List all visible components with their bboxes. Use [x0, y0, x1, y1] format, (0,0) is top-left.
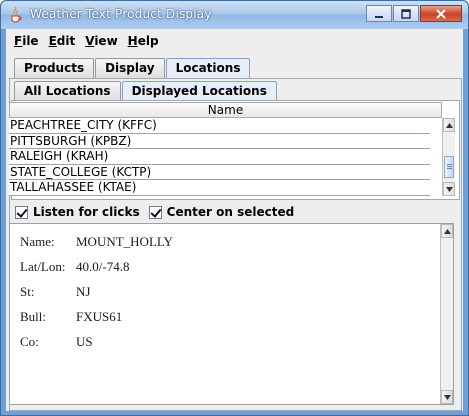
- listen-for-clicks-label: Listen for clicks: [33, 205, 140, 219]
- maximize-icon: [401, 8, 411, 19]
- list-item[interactable]: PEACHTREE_CITY (KFFC): [9, 118, 430, 134]
- list-item[interactable]: PITTSBURGH (KPBZ): [9, 134, 430, 150]
- list-item[interactable]: RALEIGH (KRAH): [9, 149, 430, 165]
- location-details-area[interactable]: Name: MOUNT_HOLLY Lat/Lon: 40.0/-74.8 St: N…: [9, 223, 454, 405]
- detail-value: FXUS61: [76, 309, 123, 324]
- detail-label: Lat/Lon:: [20, 259, 66, 274]
- detail-label: Bull:: [20, 309, 47, 324]
- scroll-down-button[interactable]: [443, 182, 455, 196]
- scroll-up-button[interactable]: [443, 118, 455, 132]
- scroll-thumb[interactable]: [444, 156, 454, 178]
- detail-name-row: Name: MOUNT_HOLLY: [20, 234, 173, 250]
- locations-list: PEACHTREE_CITY (KFFC) PITTSBURGH (KPBZ) …: [9, 118, 430, 196]
- app-window: Weather Text Product Display File Edit V…: [0, 0, 469, 416]
- listen-for-clicks-checkbox[interactable]: [15, 205, 28, 219]
- details-scrollbar[interactable]: [440, 224, 453, 404]
- sub-tab-strip: All Locations Displayed Locations: [14, 81, 278, 102]
- title-bar[interactable]: Weather Text Product Display: [1, 1, 468, 29]
- detail-state-row: St: NJ: [20, 284, 90, 300]
- menu-edit[interactable]: Edit: [44, 34, 81, 48]
- detail-value: MOUNT_HOLLY: [76, 234, 173, 249]
- detail-latlon-row: Lat/Lon: 40.0/-74.8: [20, 259, 129, 275]
- menu-bar: File Edit View Help: [6, 29, 463, 53]
- menu-file[interactable]: File: [9, 34, 44, 48]
- detail-bulletin-row: Bull: FXUS61: [20, 309, 122, 325]
- detail-country-row: Co: US: [20, 334, 93, 350]
- menu-help[interactable]: Help: [123, 34, 164, 48]
- list-item[interactable]: STATE_COLLEGE (KCTP): [9, 165, 430, 181]
- list-scrollbar[interactable]: [442, 118, 455, 196]
- detail-value: NJ: [76, 284, 91, 299]
- chevron-up-icon: [443, 228, 451, 234]
- details-scroll-up-button[interactable]: [441, 224, 453, 238]
- maximize-button[interactable]: [393, 5, 419, 22]
- java-cup-icon: [11, 7, 22, 23]
- column-header-name[interactable]: Name: [9, 102, 442, 118]
- tab-display[interactable]: Display: [95, 58, 165, 78]
- minimize-icon: [375, 15, 383, 18]
- close-icon: [436, 8, 446, 19]
- chevron-down-icon: [443, 394, 451, 400]
- center-on-selected-label: Center on selected: [166, 205, 295, 219]
- detail-value: 40.0/-74.8: [76, 259, 130, 274]
- minimize-button[interactable]: [366, 5, 392, 22]
- tab-displayed-locations[interactable]: Displayed Locations: [121, 81, 277, 102]
- center-on-selected-checkbox[interactable]: [148, 205, 162, 219]
- close-button[interactable]: [420, 5, 462, 22]
- tab-products[interactable]: Products: [14, 58, 95, 78]
- menu-view[interactable]: View: [80, 34, 122, 48]
- list-item[interactable]: TALLAHASSEE (KTAE): [9, 180, 430, 196]
- detail-label: Co:: [20, 334, 39, 349]
- chevron-down-icon: [445, 186, 453, 192]
- tab-all-locations[interactable]: All Locations: [14, 81, 121, 101]
- detail-label: Name:: [20, 234, 55, 249]
- detail-label: St:: [20, 284, 35, 299]
- tab-locations[interactable]: Locations: [165, 58, 251, 79]
- chevron-up-icon: [445, 122, 453, 128]
- main-tab-strip: Products Display Locations: [14, 58, 251, 79]
- detail-value: US: [76, 334, 93, 349]
- window-title: Weather Text Product Display: [30, 7, 212, 21]
- details-scroll-down-button[interactable]: [441, 390, 453, 404]
- options-row: Listen for clicks Center on selected: [15, 205, 303, 219]
